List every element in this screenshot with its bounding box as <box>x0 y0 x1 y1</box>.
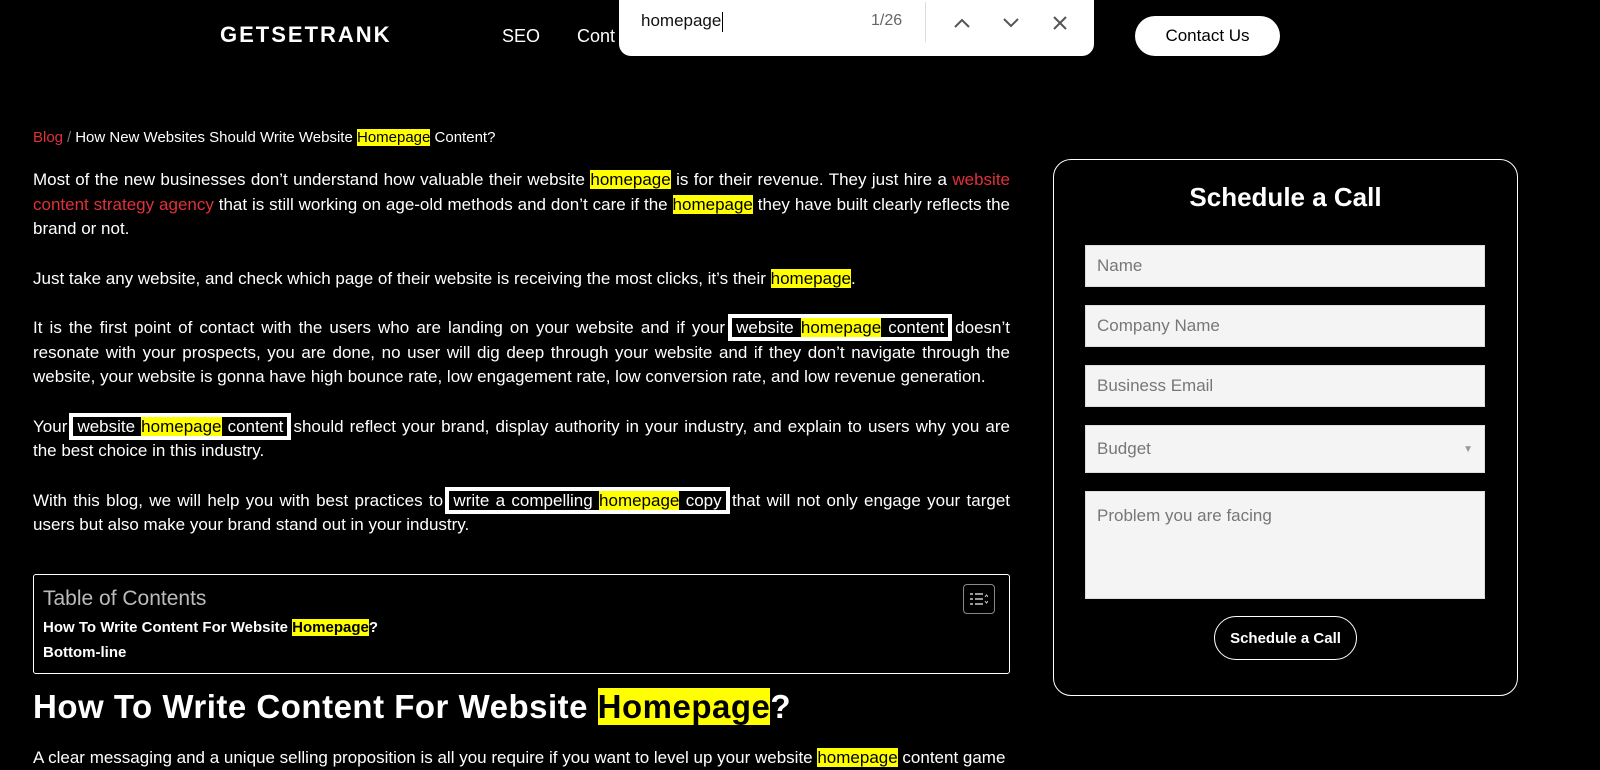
breadcrumb: Blog / How New Websites Should Write Websi… <box>33 129 495 146</box>
article-paragraph: With this blog, we will help you with be… <box>33 486 1010 534</box>
close-icon[interactable] <box>1047 10 1073 36</box>
boxed-phrase: website homepage content <box>69 412 292 440</box>
form-title: Schedule a Call <box>1189 182 1382 212</box>
chevron-down-icon[interactable] <box>998 10 1024 36</box>
search-highlight: homepage <box>817 748 898 767</box>
boxed-phrase: website homepage content <box>728 314 953 341</box>
article-paragraph: Most of the new businesses don’t underst… <box>33 170 1011 238</box>
list-toggle-icon[interactable] <box>963 584 995 614</box>
article-paragraph: A clear messaging and a unique selling p… <box>33 748 1006 767</box>
name-field[interactable]: Name <box>1085 245 1485 287</box>
find-match-count: 1/26 <box>871 12 903 29</box>
dropdown-arrow-icon: ▼ <box>1463 443 1473 455</box>
schedule-call-button[interactable]: Schedule a Call <box>1214 616 1357 660</box>
article-paragraph: It is the first point of contact with th… <box>33 314 1010 386</box>
company-name-field[interactable]: Company Name <box>1085 305 1485 347</box>
toc-title: Table of Contents <box>43 587 207 610</box>
breadcrumb-separator: / <box>67 129 72 146</box>
budget-select[interactable]: Budget ▼ <box>1085 425 1485 473</box>
article-body: Most of the new businesses don’t underst… <box>33 168 1010 563</box>
nav-item-content[interactable]: Cont <box>577 26 615 47</box>
breadcrumb-blog-link[interactable]: Blog <box>33 129 63 146</box>
problem-textarea[interactable]: Problem you are facing <box>1085 491 1485 599</box>
breadcrumb-current: How New Websites Should Write Website Ho… <box>75 129 496 146</box>
toc-item-how-to-write[interactable]: How To Write Content For Website Homepag… <box>43 619 378 636</box>
boxed-phrase: write a compelling homepage copy <box>445 486 730 514</box>
site-logo[interactable]: GETSETRANK <box>220 22 392 48</box>
contact-us-button[interactable]: Contact Us <box>1135 16 1280 56</box>
schedule-call-form: Schedule a Call Name Company Name Busine… <box>1053 159 1518 696</box>
search-highlight: homepage <box>770 268 851 288</box>
find-divider <box>925 2 926 42</box>
search-highlight: homepage <box>590 170 671 189</box>
table-of-contents: Table of Contents How To Write Content F… <box>33 574 1010 674</box>
article-paragraph: Your website homepage content should ref… <box>33 412 1010 460</box>
chevron-up-icon[interactable] <box>949 10 975 36</box>
toc-item-bottom-line[interactable]: Bottom-line <box>43 644 126 661</box>
section-heading: How To Write Content For Website Homepag… <box>33 688 792 725</box>
find-input[interactable]: homepage <box>641 11 724 32</box>
search-highlight: homepage <box>672 194 753 214</box>
business-email-field[interactable]: Business Email <box>1085 365 1485 407</box>
article-paragraph: Just take any website, and check which p… <box>33 268 856 288</box>
find-bar: homepage 1/26 <box>619 0 1094 56</box>
nav-item-seo[interactable]: SEO <box>502 26 540 47</box>
